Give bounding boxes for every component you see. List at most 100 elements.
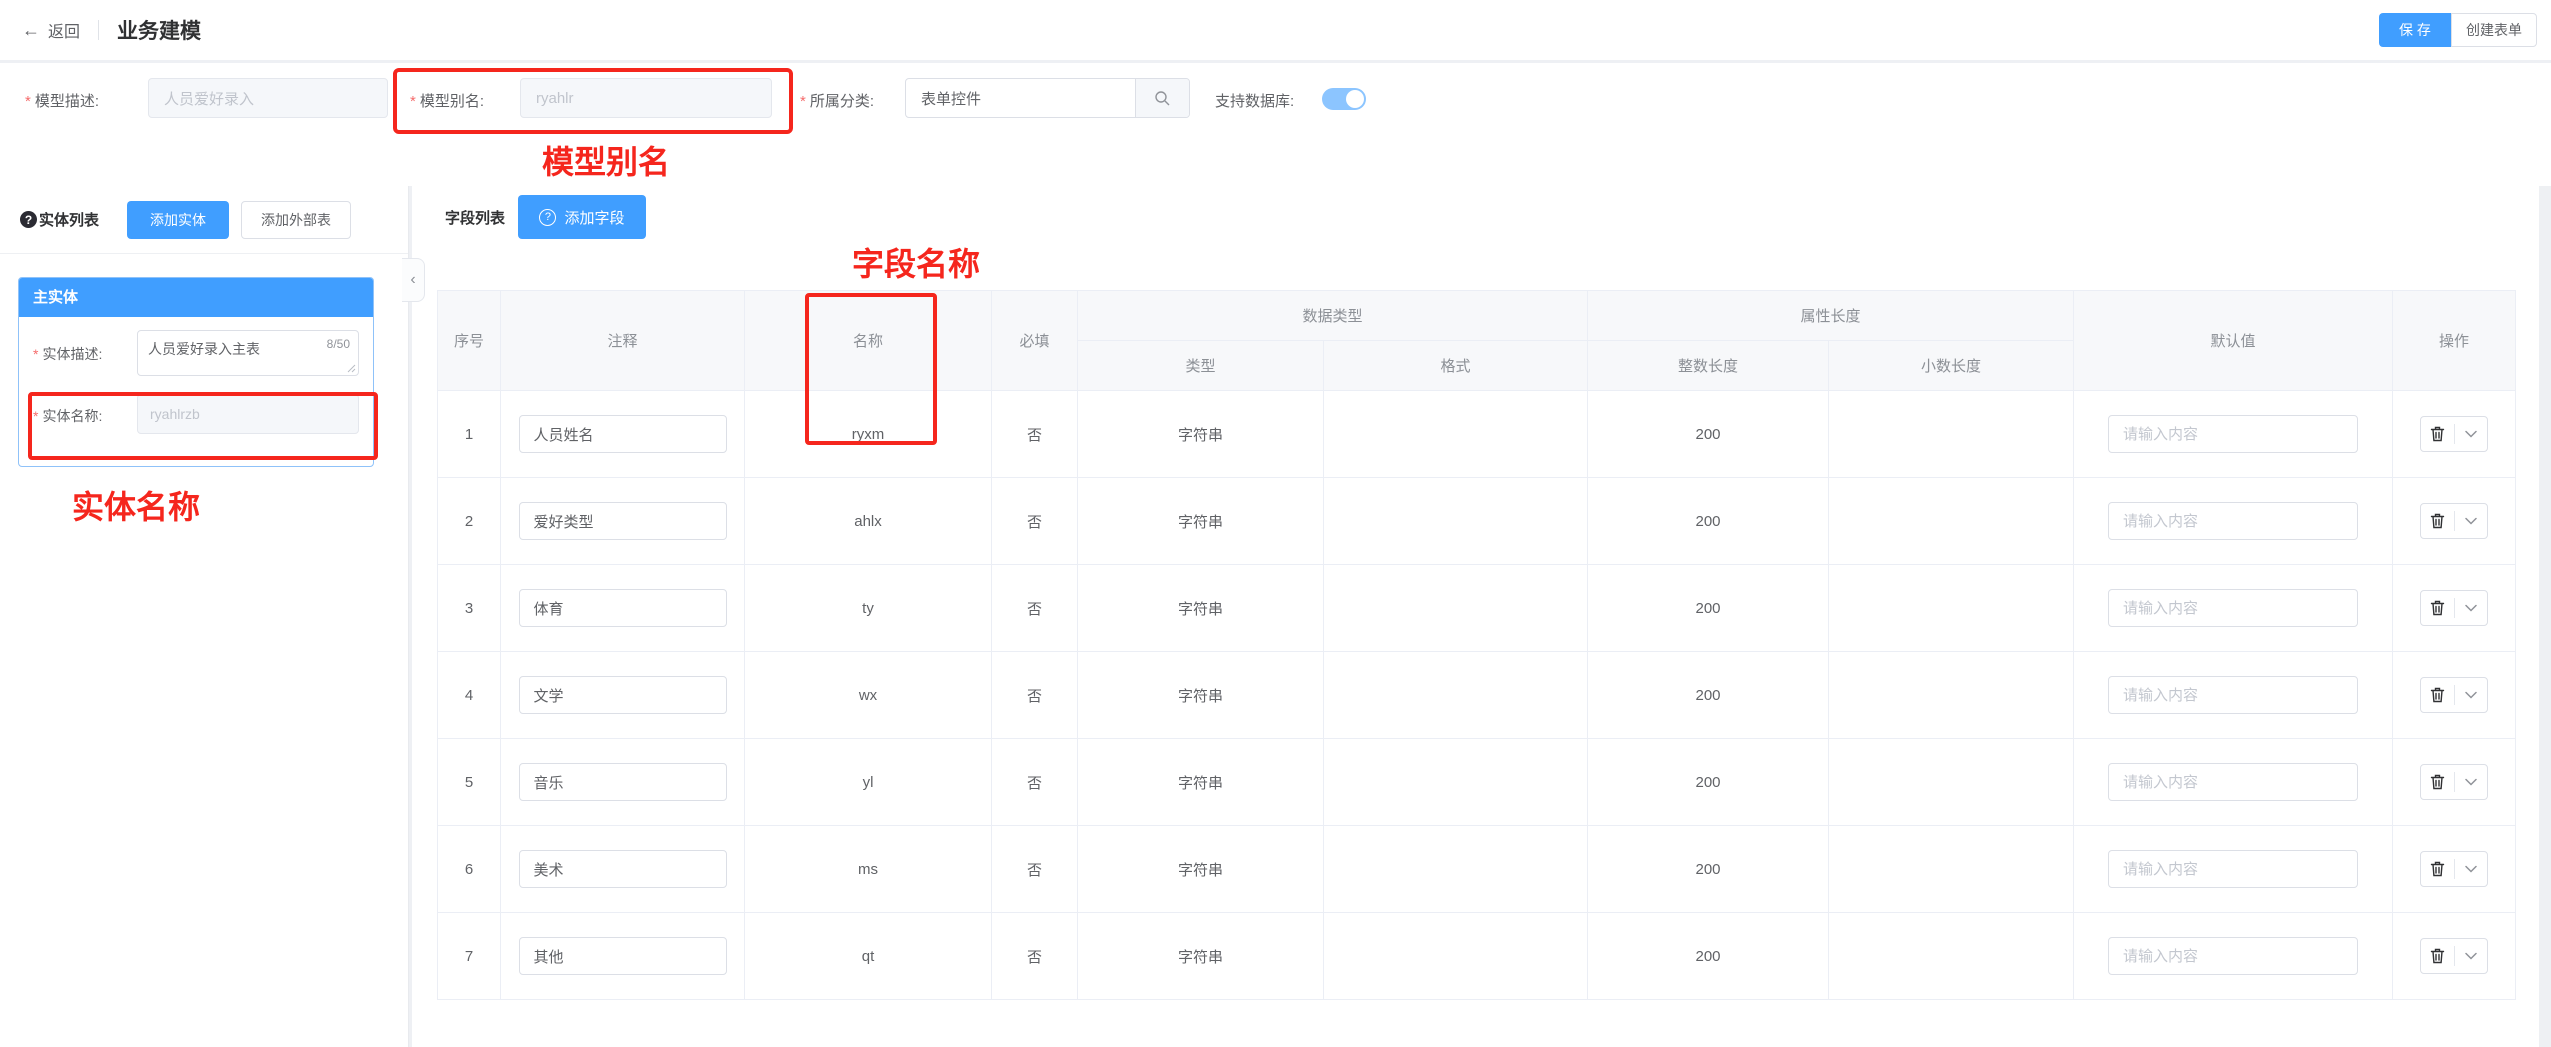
row-actions: [2420, 851, 2488, 887]
field-int-length: 200: [1588, 913, 1829, 1000]
field-name-annotation: 字段名称: [852, 239, 980, 285]
col-index: 序号: [438, 291, 501, 391]
help-icon[interactable]: ?: [20, 211, 37, 228]
row-actions: [2420, 416, 2488, 452]
category-input[interactable]: [906, 79, 1135, 117]
field-dec-length: [1829, 652, 2074, 739]
row-more-button[interactable]: [2455, 678, 2488, 712]
model-alias-input[interactable]: ryahlr: [520, 78, 772, 118]
table-row: 1 ryxm 否 字符串 200: [438, 391, 2516, 478]
field-int-length: 200: [1588, 826, 1829, 913]
table-row: 6 ms 否 字符串 200: [438, 826, 2516, 913]
field-type: 字符串: [1078, 652, 1324, 739]
row-more-button[interactable]: [2455, 504, 2488, 538]
comment-input[interactable]: [519, 589, 727, 627]
field-name: yl: [745, 739, 992, 826]
back-button[interactable]: ← 返回: [22, 18, 80, 42]
comment-input[interactable]: [519, 763, 727, 801]
entity-name-input[interactable]: [137, 394, 359, 434]
comment-input[interactable]: [519, 676, 727, 714]
add-entity-button[interactable]: 添加实体: [127, 201, 229, 239]
trash-icon: [2430, 426, 2445, 442]
field-required: 否: [992, 478, 1078, 565]
default-value-input[interactable]: [2108, 502, 2358, 540]
add-external-table-button[interactable]: 添加外部表: [241, 201, 351, 239]
db-support-toggle[interactable]: [1322, 88, 1366, 110]
trash-icon: [2430, 774, 2445, 790]
field-dec-length: [1829, 391, 2074, 478]
trash-icon: [2430, 600, 2445, 616]
row-index: 5: [438, 739, 501, 826]
field-format: [1324, 739, 1588, 826]
resize-handle-icon[interactable]: [347, 364, 356, 373]
business-modeling-page: ← 返回 业务建模 保 存 创建表单 *模型描述: 人员爱好录入 *模型别名: …: [0, 0, 2551, 1047]
default-value-input[interactable]: [2108, 763, 2358, 801]
default-value-input[interactable]: [2108, 937, 2358, 975]
row-more-button[interactable]: [2455, 765, 2488, 799]
field-table: 序号 注释 名称 必填 数据类型 属性长度 默认值 操作 类型 格式 整数长度 …: [437, 290, 2516, 1000]
topbar-actions: 保 存 创建表单: [2379, 13, 2537, 47]
table-row: 4 wx 否 字符串 200: [438, 652, 2516, 739]
row-more-button[interactable]: [2455, 852, 2488, 886]
entity-desc-textarea[interactable]: 人员爱好录入主表 8/50: [137, 330, 359, 376]
trash-icon: [2430, 948, 2445, 964]
entity-name-label: *实体名称:: [33, 406, 102, 426]
vertical-scrollbar[interactable]: [2539, 186, 2551, 1047]
default-value-input[interactable]: [2108, 850, 2358, 888]
comment-input[interactable]: [519, 415, 727, 453]
default-value-input[interactable]: [2108, 415, 2358, 453]
field-type: 字符串: [1078, 391, 1324, 478]
field-dec-length: [1829, 826, 2074, 913]
db-support-label: 支持数据库:: [1215, 90, 1294, 111]
field-required: 否: [992, 739, 1078, 826]
row-more-button[interactable]: [2455, 417, 2488, 451]
delete-row-button[interactable]: [2421, 591, 2454, 625]
category-search-button[interactable]: [1135, 78, 1189, 118]
comment-input[interactable]: [519, 937, 727, 975]
field-name: ryxm: [745, 391, 992, 478]
collapse-panel-button[interactable]: ‹: [402, 258, 425, 302]
row-more-button[interactable]: [2455, 939, 2488, 973]
comment-input[interactable]: [519, 502, 727, 540]
chevron-down-icon: [2465, 517, 2477, 525]
category-label: *所属分类:: [800, 90, 874, 111]
chevron-down-icon: [2465, 604, 2477, 612]
save-button[interactable]: 保 存: [2379, 13, 2451, 47]
table-row: 2 ahlx 否 字符串 200: [438, 478, 2516, 565]
table-row: 7 qt 否 字符串 200: [438, 913, 2516, 1000]
delete-row-button[interactable]: [2421, 504, 2454, 538]
model-description-input[interactable]: 人员爱好录入: [148, 78, 388, 118]
col-format: 格式: [1324, 341, 1588, 391]
table-row: 3 ty 否 字符串 200: [438, 565, 2516, 652]
delete-row-button[interactable]: [2421, 852, 2454, 886]
row-actions: [2420, 590, 2488, 626]
chevron-down-icon: [2465, 952, 2477, 960]
field-list-panel: 字段列表 ? 添加字段 字段名称 序号 注释 名称 必填 数据类型 属性长度: [412, 186, 2551, 1047]
field-name: ahlx: [745, 478, 992, 565]
col-int-length: 整数长度: [1588, 341, 1829, 391]
delete-row-button[interactable]: [2421, 939, 2454, 973]
row-more-button[interactable]: [2455, 591, 2488, 625]
comment-input[interactable]: [519, 850, 727, 888]
main-entity-card[interactable]: 主实体 *实体描述: 人员爱好录入主表 8/50 *实体名称:: [18, 277, 374, 467]
trash-icon: [2430, 687, 2445, 703]
delete-row-button[interactable]: [2421, 765, 2454, 799]
row-index: 1: [438, 391, 501, 478]
row-actions: [2420, 764, 2488, 800]
char-counter: 8/50: [327, 337, 350, 351]
field-int-length: 200: [1588, 565, 1829, 652]
delete-row-button[interactable]: [2421, 678, 2454, 712]
add-field-button[interactable]: ? 添加字段: [518, 195, 646, 239]
default-value-input[interactable]: [2108, 589, 2358, 627]
create-form-button[interactable]: 创建表单: [2451, 13, 2537, 47]
chevron-down-icon: [2465, 691, 2477, 699]
field-format: [1324, 652, 1588, 739]
default-value-input[interactable]: [2108, 676, 2358, 714]
table-row: 5 yl 否 字符串 200: [438, 739, 2516, 826]
chevron-down-icon: [2465, 865, 2477, 873]
trash-icon: [2430, 513, 2445, 529]
entity-card-title: 主实体: [19, 278, 373, 317]
field-dec-length: [1829, 565, 2074, 652]
delete-row-button[interactable]: [2421, 417, 2454, 451]
col-name: 名称: [745, 291, 992, 391]
